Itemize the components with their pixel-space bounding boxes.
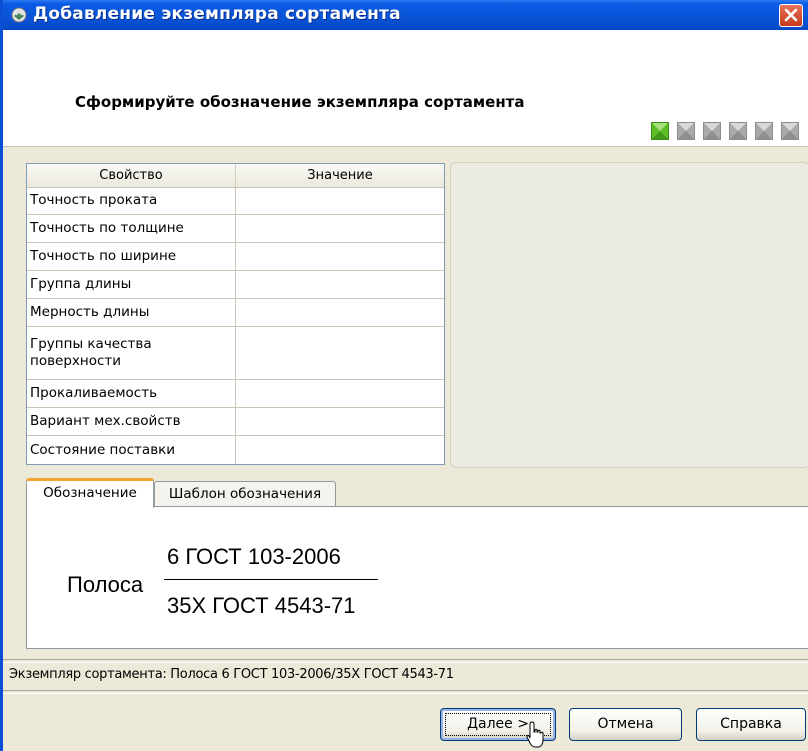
designation-denominator: 35Х ГОСТ 4543-71 <box>167 593 356 618</box>
property-value[interactable] <box>236 187 444 214</box>
property-name: Группы качества поверхности <box>27 327 236 379</box>
column-header-value[interactable]: Значение <box>236 164 444 187</box>
property-value[interactable] <box>236 327 444 379</box>
close-button[interactable] <box>779 4 803 27</box>
tab-designation[interactable]: Обозначение <box>26 478 154 508</box>
instruction-text: Сформируйте обозначение экземпляра сорта… <box>75 93 525 111</box>
mouse-cursor-icon <box>526 721 544 748</box>
close-icon <box>784 8 798 22</box>
step-inactive-icon <box>703 122 721 140</box>
app-icon <box>11 7 27 23</box>
title-bar[interactable]: Добавление экземпляра сортамента <box>3 0 808 30</box>
property-value[interactable] <box>236 299 444 326</box>
grid-header: Свойство Значение <box>27 164 444 188</box>
grid-row[interactable]: Состояние поставки <box>27 436 444 464</box>
property-value[interactable] <box>236 215 444 242</box>
window-title: Добавление экземпляра сортамента <box>33 4 401 24</box>
property-name: Точность по толщине <box>27 215 236 242</box>
grid-row[interactable]: Точность по толщине <box>27 215 444 243</box>
property-value[interactable] <box>236 271 444 298</box>
property-name: Вариант мех.свойств <box>27 408 236 435</box>
property-value[interactable] <box>236 408 444 435</box>
property-name: Мерность длины <box>27 299 236 326</box>
step-active-icon <box>651 122 669 140</box>
preview-panel <box>450 162 808 468</box>
wizard-header: Сформируйте обозначение экземпляра сорта… <box>3 30 808 147</box>
property-grid[interactable]: Свойство Значение Точность проката Точно… <box>26 163 445 465</box>
property-name: Прокаливаемость <box>27 380 236 407</box>
property-name: Точность по ширине <box>27 243 236 270</box>
step-inactive-icon <box>677 122 695 140</box>
column-header-property[interactable]: Свойство <box>27 164 236 187</box>
property-name: Группа длины <box>27 271 236 298</box>
tab-designation-template[interactable]: Шаблон обозначения <box>154 481 336 508</box>
divider <box>3 690 808 694</box>
step-inactive-icon <box>729 122 747 140</box>
property-value[interactable] <box>236 380 444 407</box>
cancel-button[interactable]: Отмена <box>569 708 682 741</box>
fraction-line <box>164 579 378 580</box>
property-name: Состояние поставки <box>27 436 236 464</box>
designation-numerator: 6 ГОСТ 103-2006 <box>167 544 341 569</box>
grid-row[interactable]: Точность проката <box>27 187 444 215</box>
property-value[interactable] <box>236 243 444 270</box>
grid-row[interactable]: Мерность длины <box>27 299 444 327</box>
property-value[interactable] <box>236 436 444 464</box>
grid-row[interactable]: Прокаливаемость <box>27 380 444 408</box>
grid-row[interactable]: Точность по ширине <box>27 243 444 271</box>
grid-row[interactable]: Вариант мех.свойств <box>27 408 444 436</box>
help-button[interactable]: Справка <box>696 708 806 741</box>
dialog-window: Добавление экземпляра сортамента Сформир… <box>0 0 808 751</box>
designation-formula: Полоса 6 ГОСТ 103-2006 35Х ГОСТ 4543-71 <box>67 540 407 620</box>
grid-row[interactable]: Группы качества поверхности <box>27 327 444 380</box>
designation-word: Полоса <box>67 572 144 597</box>
property-name: Точность проката <box>27 187 236 214</box>
step-inactive-icon <box>755 122 773 140</box>
grid-row[interactable]: Группа длины <box>27 271 444 299</box>
divider <box>3 659 808 663</box>
status-text: Экземпляр сортамента: Полоса 6 ГОСТ 103-… <box>9 667 454 682</box>
step-inactive-icon <box>781 122 799 140</box>
